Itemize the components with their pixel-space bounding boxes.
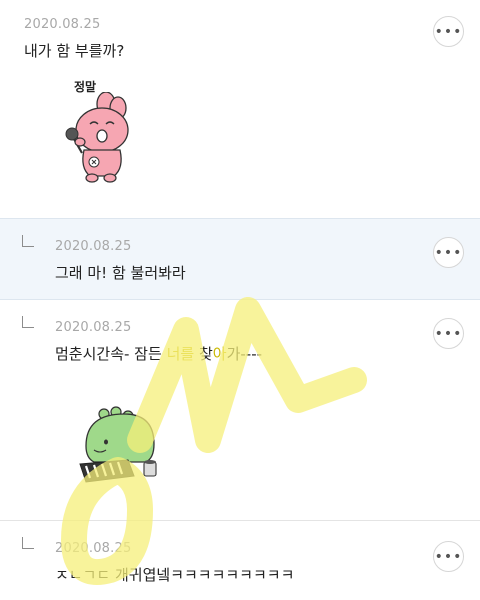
reply-item: 2020.08.25 멈춘시간속- 잠든 너를 찾아가---- •••	[0, 300, 480, 521]
more-options-button[interactable]: •••	[433, 318, 464, 349]
pink-rabbit-sticker	[65, 92, 129, 183]
comment-date: 2020.08.25	[55, 320, 132, 335]
comment-text: ㅈㄴㄱㄷ 개귀엽넼ㅋㅋㅋㅋㅋㅋㅋㅋㅋ	[55, 566, 295, 584]
green-dino-sticker	[79, 406, 157, 483]
reply-item: 2020.08.25 ㅈㄴㄱㄷ 개귀엽넼ㅋㅋㅋㅋㅋㅋㅋㅋㅋ •••	[0, 521, 480, 600]
reply-arrow-icon	[22, 537, 34, 549]
reply-arrow-icon	[22, 316, 34, 328]
comment-date: 2020.08.25	[24, 17, 101, 32]
reply-item: 2020.08.25 그래 마! 함 불러봐라 •••	[0, 218, 480, 300]
more-options-button[interactable]: •••	[433, 541, 464, 572]
comment-date: 2020.08.25	[55, 541, 132, 556]
comment-text: 그래 마! 함 불러봐라	[55, 264, 186, 282]
more-options-button[interactable]: •••	[433, 237, 464, 268]
comment-date: 2020.08.25	[55, 239, 132, 254]
comment-text: 내가 함 부를까?	[24, 42, 125, 60]
comment-item: 2020.08.25 내가 함 부를까? ••• 정말	[0, 0, 480, 218]
reply-arrow-icon	[22, 235, 34, 247]
comment-text: 멈춘시간속- 잠든 너를 찾아가----	[55, 345, 263, 363]
more-options-button[interactable]: •••	[433, 16, 464, 47]
